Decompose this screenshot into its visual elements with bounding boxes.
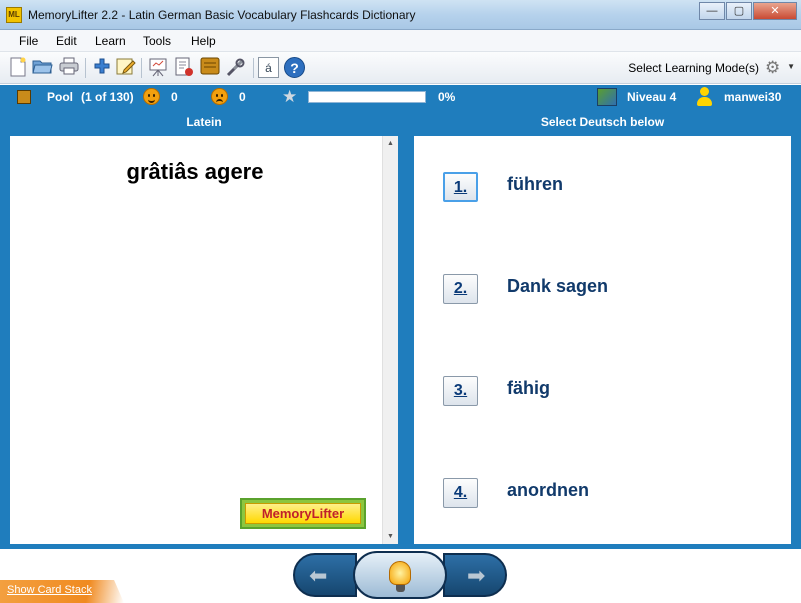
navigation-controls: ⬅ ➡ bbox=[293, 551, 507, 599]
answer-3-button[interactable]: 3. bbox=[443, 376, 478, 406]
show-card-stack-link[interactable]: Show Card Stack bbox=[7, 584, 92, 596]
level-icon bbox=[597, 88, 617, 106]
menu-bar: File Edit Learn Tools Help bbox=[0, 30, 801, 52]
open-folder-icon[interactable] bbox=[32, 57, 53, 78]
status-bar: Pool (1 of 130) 0 0 ★ 0% Niveau 4 manwei… bbox=[0, 85, 801, 109]
wrong-count: 0 bbox=[239, 90, 246, 104]
presentation-icon[interactable] bbox=[147, 57, 168, 78]
new-document-icon[interactable] bbox=[7, 57, 28, 78]
close-button[interactable]: ✕ bbox=[753, 2, 797, 20]
answer-option[interactable]: 2. Dank sagen bbox=[414, 274, 791, 314]
title-bar: ML MemoryLifter 2.2 - Latin German Basic… bbox=[0, 0, 801, 30]
question-text: grâtiâs agere bbox=[126, 159, 264, 184]
menu-tools[interactable]: Tools bbox=[143, 34, 171, 48]
logo-memory: Memory bbox=[261, 506, 312, 521]
gear-icon[interactable]: ⚙ bbox=[765, 58, 785, 78]
progress-text: 0% bbox=[438, 90, 456, 104]
bottom-bar: Show Card Stack ⬅ ➡ bbox=[0, 549, 801, 603]
learning-mode-label[interactable]: Select Learning Mode(s) bbox=[628, 61, 759, 75]
menu-learn[interactable]: Learn bbox=[95, 34, 126, 48]
answer-option[interactable]: 1. führen bbox=[414, 172, 791, 212]
special-char-icon[interactable]: á bbox=[258, 57, 279, 78]
previous-card-button[interactable]: ⬅ bbox=[293, 553, 357, 597]
question-pane: grâtiâs agere MemoryLifter ▲ ▼ bbox=[10, 136, 398, 544]
settings-tools-icon[interactable] bbox=[225, 57, 246, 78]
answer-2-text[interactable]: Dank sagen bbox=[507, 276, 608, 297]
level-label: Niveau 4 bbox=[627, 90, 677, 104]
star-icon: ★ bbox=[282, 87, 298, 106]
app-logo-icon: ML bbox=[6, 7, 22, 23]
toolbar: á ? Select Learning Mode(s) ⚙ ▼ bbox=[0, 52, 801, 84]
question-pane-header: Latein bbox=[186, 115, 222, 129]
logo-text: MemoryLifter bbox=[245, 503, 361, 524]
edit-card-icon[interactable] bbox=[115, 57, 136, 78]
menu-file[interactable]: File bbox=[19, 34, 38, 48]
answer-1-text[interactable]: führen bbox=[507, 174, 563, 195]
pool-label: Pool bbox=[47, 90, 73, 104]
lightbulb-base bbox=[396, 585, 405, 592]
card-box-icon[interactable] bbox=[199, 57, 220, 78]
logo-lifter: Lifter bbox=[311, 506, 345, 521]
smiley-happy-icon bbox=[143, 88, 160, 105]
answer-1-button[interactable]: 1. bbox=[443, 172, 478, 202]
scroll-down-icon[interactable]: ▼ bbox=[387, 533, 394, 540]
memorylifter-logo: MemoryLifter bbox=[240, 498, 366, 529]
menu-edit[interactable]: Edit bbox=[56, 34, 77, 48]
next-card-button[interactable]: ➡ bbox=[443, 553, 507, 597]
window-title: MemoryLifter 2.2 - Latin German Basic Vo… bbox=[28, 8, 416, 22]
smiley-sad-icon bbox=[211, 88, 228, 105]
toolbar-separator bbox=[141, 58, 142, 78]
maximize-button[interactable]: ▢ bbox=[726, 2, 752, 20]
answer-3-text[interactable]: fähig bbox=[507, 378, 550, 399]
minimize-button[interactable]: — bbox=[699, 2, 725, 20]
help-icon[interactable]: ? bbox=[284, 57, 305, 78]
show-card-stack-tab[interactable]: Show Card Stack bbox=[0, 580, 124, 603]
arrow-right-icon: ➡ bbox=[467, 563, 486, 588]
hint-button[interactable] bbox=[353, 551, 447, 599]
window-controls: — ▢ ✕ bbox=[698, 2, 797, 20]
scroll-up-icon[interactable]: ▲ bbox=[387, 140, 394, 147]
toolbar-separator bbox=[85, 58, 86, 78]
toolbar-separator bbox=[253, 58, 254, 78]
answer-pane: 1. führen 2. Dank sagen 3. fähig 4. anor… bbox=[414, 136, 791, 544]
correct-count: 0 bbox=[171, 90, 178, 104]
arrow-left-icon: ⬅ bbox=[309, 563, 328, 588]
user-name[interactable]: manwei30 bbox=[724, 90, 781, 104]
add-card-icon[interactable] bbox=[91, 57, 112, 78]
pool-count: (1 of 130) bbox=[81, 90, 134, 104]
answer-4-text[interactable]: anordnen bbox=[507, 480, 589, 501]
main-area: Latein Select Deutsch below grâtiâs ager… bbox=[0, 109, 801, 549]
answer-option[interactable]: 4. anordnen bbox=[414, 478, 791, 518]
answer-2-button[interactable]: 2. bbox=[443, 274, 478, 304]
chevron-down-icon[interactable]: ▼ bbox=[787, 62, 795, 71]
answer-pane-header: Select Deutsch below bbox=[540, 115, 665, 129]
statistics-icon[interactable] bbox=[173, 57, 194, 78]
answer-option[interactable]: 3. fähig bbox=[414, 376, 791, 416]
print-icon[interactable] bbox=[58, 57, 79, 78]
vertical-scrollbar[interactable]: ▲ ▼ bbox=[382, 136, 398, 544]
progress-bar bbox=[308, 91, 426, 103]
answer-4-button[interactable]: 4. bbox=[443, 478, 478, 508]
menu-help[interactable]: Help bbox=[191, 34, 216, 48]
user-icon bbox=[696, 87, 712, 106]
pool-box-icon bbox=[17, 90, 31, 104]
lightbulb-icon bbox=[389, 561, 411, 585]
